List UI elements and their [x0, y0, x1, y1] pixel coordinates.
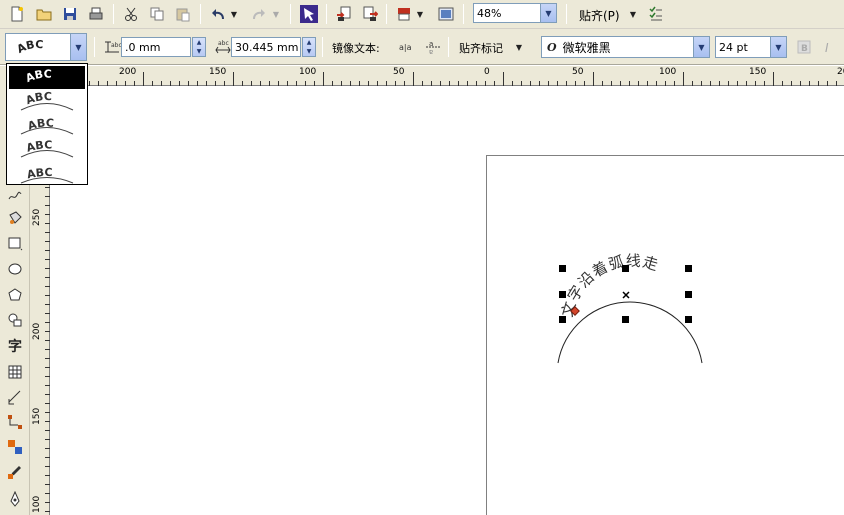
paste-icon[interactable] — [172, 3, 194, 25]
blend-tool-icon[interactable] — [4, 436, 26, 458]
standard-toolbar: ▼ ▼ ▼ 48% ▼ 贴齐(P) ▼ — [0, 0, 844, 29]
svg-text:ABC: ABC — [26, 116, 54, 132]
snap-dropdown-icon[interactable]: ▼ — [626, 3, 640, 25]
outline-pen-tool-icon[interactable] — [4, 488, 26, 510]
svg-text:ABC: ABC — [15, 38, 44, 56]
svg-text:a|a: a|a — [399, 43, 412, 52]
text-orientation-combo[interactable]: ABC ▼ — [5, 33, 87, 61]
opentype-font-icon: O — [547, 40, 557, 54]
text-orientation-preset-list: ABC ABC ABC ABC ABC — [6, 63, 88, 185]
zoom-level-value: 48% — [477, 6, 502, 20]
preset-item-5[interactable]: ABC — [9, 162, 85, 185]
distance-spinner[interactable]: ▲ ▼ — [192, 37, 206, 57]
welcome-screen-icon[interactable] — [435, 3, 457, 25]
svg-text:ɐ: ɐ — [429, 48, 433, 56]
svg-text:a: a — [429, 40, 433, 48]
preset-item-1[interactable]: ABC — [9, 66, 85, 89]
save-icon[interactable] — [59, 3, 81, 25]
preset-item-3[interactable]: ABC — [9, 114, 85, 137]
chevron-down-icon[interactable]: ▼ — [540, 4, 556, 22]
cut-icon[interactable] — [120, 3, 142, 25]
basic-shapes-tool-icon[interactable] — [4, 309, 26, 331]
font-size-value: 24 pt — [719, 40, 748, 54]
snap-marks-button[interactable]: 贴齐标记 — [459, 40, 503, 56]
ruler-label: 50 — [572, 67, 584, 77]
svg-text:ABC: ABC — [26, 165, 53, 180]
options-icon[interactable] — [645, 3, 667, 25]
ruler-label: 50 — [393, 67, 405, 77]
ruler-label: 0 — [484, 67, 490, 77]
offset-input[interactable]: 30.445 mm — [231, 37, 301, 57]
smart-fill-tool-icon[interactable] — [4, 207, 26, 229]
chevron-down-icon[interactable]: ▼ — [770, 37, 786, 57]
text-tool-icon[interactable]: 字 — [4, 334, 26, 356]
arc-text-object[interactable]: 文字沿着弧线走 — [51, 86, 844, 515]
preset-item-4[interactable]: ABC — [9, 138, 85, 161]
arc-text-preset-icon: ABC — [15, 38, 44, 56]
polygon-tool-icon[interactable] — [4, 284, 26, 306]
ruler-label: 200 — [119, 67, 137, 77]
chevron-down-icon[interactable]: ▼ — [70, 34, 86, 60]
font-list-combo[interactable]: O 微软雅黑 ▼ — [541, 36, 710, 58]
freehand-tool-icon[interactable] — [4, 184, 26, 206]
snap-to-button[interactable]: 贴齐(P) — [579, 7, 620, 24]
table-tool-icon[interactable] — [4, 361, 26, 383]
undo-dropdown-icon[interactable]: ▼ — [228, 3, 240, 25]
import-icon[interactable] — [333, 3, 355, 25]
svg-text:ABC: ABC — [25, 139, 53, 155]
redo-icon[interactable] — [248, 3, 270, 25]
mirror-vertical-icon[interactable]: aɐ — [422, 36, 444, 58]
center-marker-icon — [622, 291, 630, 299]
eyedropper-tool-icon[interactable] — [4, 461, 26, 483]
horizontal-ruler[interactable]: 200 150 100 50 0 50 100 150 200 — [52, 66, 844, 86]
chevron-down-icon[interactable]: ▼ — [693, 37, 709, 57]
publish-pdf-icon[interactable] — [393, 3, 415, 25]
drawing-canvas[interactable]: 文字沿着弧线走 — [51, 86, 844, 515]
ruler-ticks — [53, 72, 837, 86]
ruler-label: 250 — [32, 208, 42, 226]
property-bar: ABC ▼ abc .0 mm ▲ ▼ abc 30.445 mm ▲ ▼ 镜像文本… — [0, 29, 844, 65]
rectangle-tool-icon[interactable] — [4, 232, 26, 254]
copy-icon[interactable] — [146, 3, 168, 25]
ruler-label: 100 — [659, 67, 677, 77]
svg-text:字: 字 — [8, 338, 22, 353]
publish-dropdown-icon[interactable]: ▼ — [414, 3, 426, 25]
bold-icon[interactable]: B — [793, 36, 815, 58]
font-name-value: 微软雅黑 — [562, 40, 611, 55]
preset-item-2[interactable]: ABC — [9, 90, 85, 113]
ruler-label: 200 — [32, 322, 42, 340]
print-icon[interactable] — [85, 3, 107, 25]
zoom-level-combo[interactable]: 48% ▼ — [473, 3, 557, 23]
export-icon[interactable] — [359, 3, 381, 25]
mirror-horizontal-icon[interactable]: a|a — [396, 36, 418, 58]
search-content-icon[interactable] — [298, 3, 320, 25]
svg-text:abc: abc — [111, 42, 121, 49]
distance-from-path-icon: abc — [101, 36, 123, 58]
distance-from-path-input[interactable]: .0 mm — [121, 37, 191, 57]
undo-icon[interactable] — [207, 3, 229, 25]
svg-text:I: I — [825, 41, 829, 54]
italic-icon[interactable]: I — [818, 36, 840, 58]
connector-tool-icon[interactable] — [4, 411, 26, 433]
ruler-label: 200 — [837, 67, 844, 77]
ruler-label: 100 — [32, 495, 42, 513]
offset-spinner[interactable]: ▲ ▼ — [302, 37, 316, 57]
dimension-tool-icon[interactable] — [4, 386, 26, 408]
ruler-label: 150 — [209, 67, 227, 77]
svg-text:B: B — [801, 44, 808, 54]
new-document-icon[interactable] — [6, 3, 28, 25]
svg-text:abc: abc — [218, 40, 229, 47]
redo-dropdown-icon[interactable]: ▼ — [270, 3, 282, 25]
svg-text:ABC: ABC — [24, 68, 52, 85]
snap-marks-dropdown-icon[interactable]: ▼ — [512, 36, 526, 58]
ruler-label: 150 — [32, 407, 42, 425]
mirror-text-label: 镜像文本: — [332, 42, 380, 55]
ruler-label: 150 — [749, 67, 767, 77]
ruler-label: 100 — [299, 67, 317, 77]
ellipse-tool-icon[interactable] — [4, 258, 26, 280]
font-size-combo[interactable]: 24 pt ▼ — [715, 36, 787, 58]
open-folder-icon[interactable] — [33, 3, 55, 25]
